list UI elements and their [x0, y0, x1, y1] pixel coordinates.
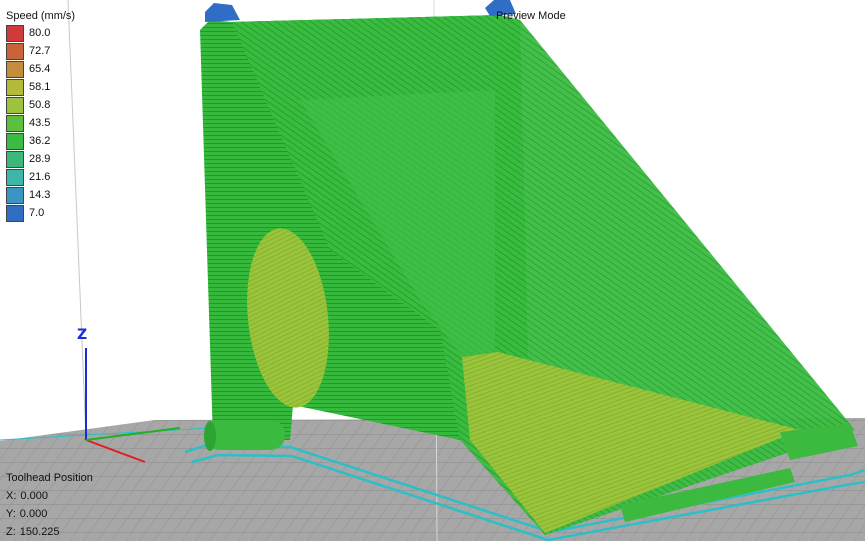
legend-swatch — [6, 150, 24, 168]
legend-swatch — [6, 78, 24, 96]
legend-list: 80.0 72.7 65.4 58.1 50.8 43.5 36.2 28.9 … — [6, 24, 75, 222]
preview-mode-label: Preview Mode — [496, 10, 566, 22]
y-value: 0.000 — [19, 508, 48, 520]
legend-value: 21.6 — [29, 171, 51, 183]
legend-item: 58.1 — [6, 78, 75, 96]
legend-value: 7.0 — [29, 207, 45, 219]
legend-swatch — [6, 186, 24, 204]
legend-value: 36.2 — [29, 135, 51, 147]
toolhead-position-panel: Toolhead Position X: 0.000 Y: 0.000 Z: 150.… — [6, 472, 93, 544]
legend-value: 80.0 — [29, 27, 51, 39]
speed-legend: Speed (mm/s) 80.0 72.7 65.4 58.1 50.8 43… — [6, 10, 75, 222]
legend-item: 43.5 — [6, 114, 75, 132]
legend-item: 14.3 — [6, 186, 75, 204]
legend-item: 65.4 — [6, 60, 75, 78]
legend-value: 58.1 — [29, 81, 51, 93]
legend-value: 28.9 — [29, 153, 51, 165]
legend-swatch — [6, 42, 24, 60]
legend-item: 36.2 — [6, 132, 75, 150]
z-label: Z: — [6, 526, 16, 538]
legend-swatch — [6, 204, 24, 222]
toolhead-z: Z: 150.225 — [6, 526, 93, 544]
x-value: 0.000 — [20, 490, 48, 502]
legend-value: 72.7 — [29, 45, 51, 57]
legend-item: 72.7 — [6, 42, 75, 60]
legend-value: 14.3 — [29, 189, 51, 201]
legend-item: 7.0 — [6, 204, 75, 222]
toolhead-x: X: 0.000 — [6, 490, 93, 508]
3d-viewport[interactable] — [0, 0, 865, 541]
legend-value: 43.5 — [29, 117, 51, 129]
legend-swatch — [6, 168, 24, 186]
x-label: X: — [6, 490, 17, 502]
legend-item: 80.0 — [6, 24, 75, 42]
legend-value: 50.8 — [29, 99, 51, 111]
legend-item: 28.9 — [6, 150, 75, 168]
legend-value: 65.4 — [29, 63, 51, 75]
legend-swatch — [6, 114, 24, 132]
toolhead-title: Toolhead Position — [6, 472, 93, 484]
legend-title: Speed (mm/s) — [6, 10, 76, 22]
legend-swatch — [6, 24, 24, 42]
legend-item: 21.6 — [6, 168, 75, 186]
z-value: 150.225 — [19, 526, 60, 538]
legend-swatch — [6, 96, 24, 114]
y-label: Y: — [6, 508, 16, 520]
legend-swatch — [6, 60, 24, 78]
z-axis-label: Z — [77, 327, 88, 343]
toolhead-y: Y: 0.000 — [6, 508, 93, 526]
legend-swatch — [6, 132, 24, 150]
legend-item: 50.8 — [6, 96, 75, 114]
